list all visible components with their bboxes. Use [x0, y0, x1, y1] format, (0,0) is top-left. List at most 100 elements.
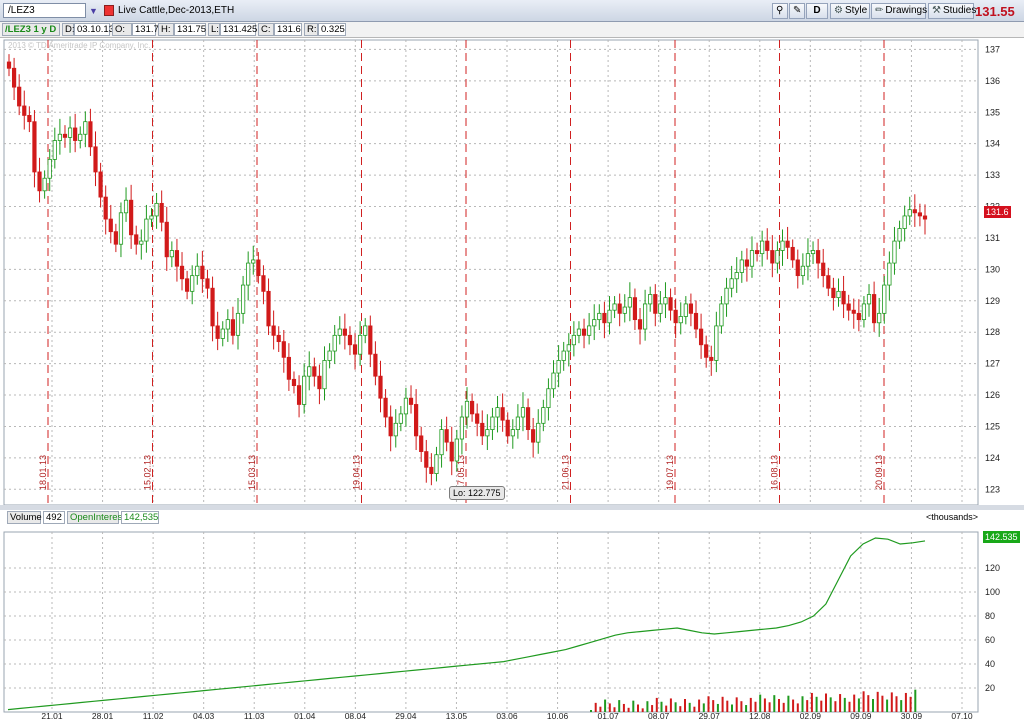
candle-body	[475, 413, 480, 424]
candle-body	[388, 416, 393, 437]
lower-pane-header: Volume 492 OpenInterest 142,535	[0, 510, 1024, 524]
candle-body	[892, 240, 897, 264]
date-tick-label: 10.06	[547, 711, 569, 720]
volume-bar	[848, 701, 851, 712]
candle-body	[32, 121, 37, 173]
candle-body	[164, 221, 169, 258]
price-tick-label: 126	[985, 390, 1000, 400]
volume-bar	[857, 698, 860, 712]
candle-body	[352, 344, 358, 355]
month-marker-label: 19.07.13	[665, 455, 675, 490]
candle-body	[546, 388, 551, 409]
candle-body	[322, 360, 327, 390]
symbol-input[interactable]: /LEZ3	[3, 3, 86, 18]
month-marker-label: 19.04.13	[352, 455, 362, 490]
low-annotation: Lo: 122.775	[449, 486, 505, 500]
toolbar: /LEZ3 ▼ Live Cattle,Dec-2013,ETH ⚲ ✎ D ⚙…	[0, 0, 1024, 22]
month-marker-label: 15.03.13	[247, 455, 257, 490]
volume-bar	[900, 700, 903, 712]
pencil-icon: ✏	[875, 5, 884, 16]
last-price-badge: 131.6	[984, 206, 1011, 218]
candle-body	[836, 290, 841, 299]
candle-body	[739, 259, 744, 273]
candle-body	[581, 328, 587, 336]
high-label: H:	[158, 23, 174, 36]
volume-bar	[745, 705, 748, 712]
low-value: 131.425	[220, 23, 257, 36]
candle-body	[658, 303, 663, 314]
candle-body	[525, 407, 531, 430]
candle-body	[897, 228, 902, 242]
volume-bar	[881, 695, 884, 712]
volume-bar	[829, 697, 832, 712]
style-button[interactable]: ⚙ Style	[830, 3, 870, 19]
candle-body	[393, 422, 398, 437]
candle-body	[230, 319, 236, 336]
oi-value: 142,535	[121, 511, 159, 524]
volume-bar	[622, 703, 625, 712]
volume-bar	[843, 697, 846, 712]
candle-body	[144, 218, 149, 242]
candle-body	[719, 303, 724, 327]
candle-body	[424, 451, 429, 468]
candle-body	[123, 199, 129, 214]
candle-body	[556, 360, 561, 374]
volume-bar	[792, 699, 795, 712]
date-tick-label: 11.02	[143, 711, 164, 720]
candle-body	[414, 404, 419, 437]
date-tick-label: 30.09	[901, 711, 923, 720]
price-tick-label: 135	[985, 107, 1000, 117]
candle-body	[754, 250, 760, 255]
candle-body	[704, 344, 709, 358]
volume-bar	[763, 698, 766, 712]
candle-body	[826, 275, 831, 289]
month-marker-label: 20.09.13	[874, 455, 884, 490]
symbol-dropdown-icon[interactable]: ▼	[89, 5, 101, 17]
studies-button[interactable]: ⚒ Studies	[928, 3, 977, 19]
candle-body	[113, 231, 118, 245]
candle-body	[276, 334, 281, 343]
date-tick-label: 02.09	[800, 711, 822, 720]
date-tick-label: 09.09	[850, 711, 872, 720]
candle-body	[922, 215, 928, 220]
lower-grid	[0, 505, 1024, 713]
period-button[interactable]: D	[806, 3, 828, 19]
candle-body	[383, 397, 388, 418]
volume-bar	[825, 693, 827, 712]
volume-value: 492	[43, 511, 65, 524]
candle-body	[785, 240, 790, 248]
wrench-icon[interactable]: ✎	[789, 3, 805, 19]
candle-body	[612, 303, 617, 311]
candle-body	[831, 287, 836, 299]
candle-body	[907, 209, 912, 217]
volume-bar	[914, 689, 917, 712]
volume-bar	[618, 700, 621, 712]
candle-body	[872, 294, 877, 324]
price-tick-label: 130	[985, 264, 1000, 274]
open-interest-line	[7, 537, 926, 711]
candle-body	[729, 278, 734, 289]
link-icon[interactable]: ⚲	[772, 3, 788, 19]
date-tick-label: 08.04	[345, 711, 367, 720]
month-markers: 18.01.13 15.02.13 15.03.13 19.04.13 17.05.13…	[38, 40, 885, 505]
volume-bar	[895, 696, 898, 712]
drawings-button[interactable]: ✏ Drawings	[871, 3, 927, 19]
volume-bar	[909, 696, 912, 712]
candle-body	[42, 177, 47, 192]
price-chart[interactable]: 18.01.13 15.02.13 15.03.13 19.04.13 17.05.13…	[0, 0, 1024, 720]
candle-body	[225, 319, 230, 330]
price-tick-label: 128	[985, 327, 1000, 337]
price-axis: 1231241251261271281291301311321331341351…	[985, 44, 1000, 693]
candle-body	[805, 253, 811, 267]
candle-body	[770, 250, 775, 264]
candle-body	[678, 316, 683, 324]
studies-label: Studies	[942, 5, 977, 16]
candle-body	[480, 422, 485, 437]
units-label: <thousands>	[926, 512, 979, 522]
volume-bar	[839, 694, 842, 712]
candle-body	[775, 250, 780, 264]
candle-body	[617, 303, 622, 314]
oi-tick-label: 80	[985, 611, 995, 621]
low-label: L:	[208, 23, 220, 36]
candle-body	[235, 312, 241, 336]
